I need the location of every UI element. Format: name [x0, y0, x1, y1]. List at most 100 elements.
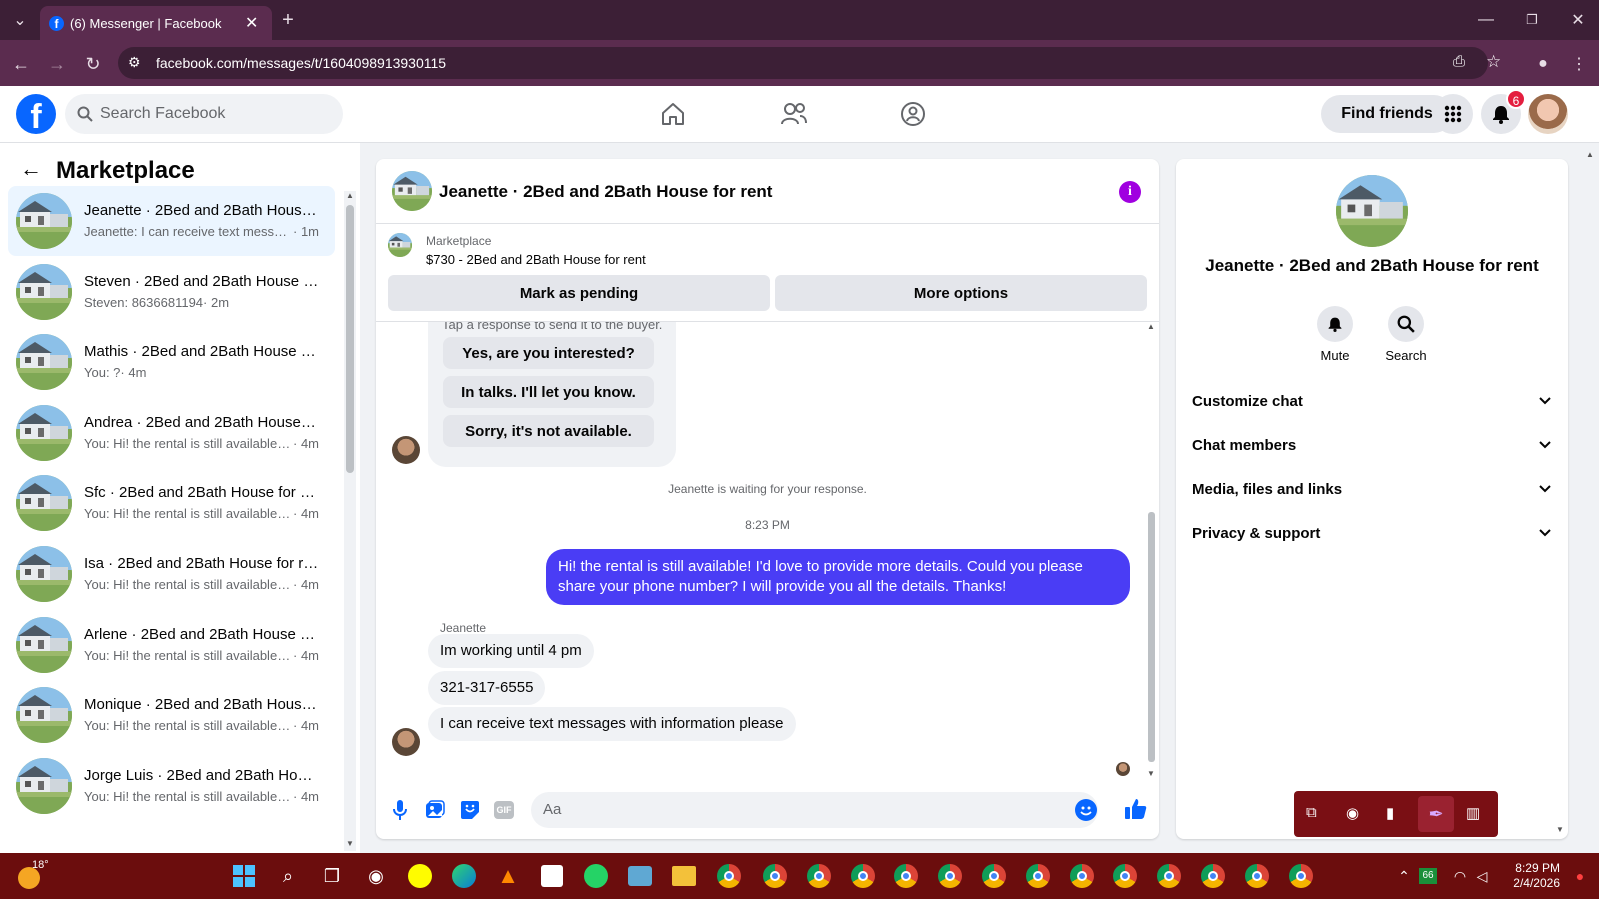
chrome-taskbar-icon[interactable] — [1068, 862, 1096, 890]
thread-scroll-down-icon[interactable]: ▼ — [1147, 769, 1155, 778]
start-icon[interactable] — [230, 862, 258, 890]
close-window-icon[interactable]: ✕ — [1566, 8, 1590, 32]
toolbar-chart-icon[interactable]: ▥ — [1466, 804, 1486, 824]
mark-as-pending-button[interactable]: Mark as pending — [388, 275, 770, 311]
language-indicator[interactable]: 66 — [1419, 868, 1437, 884]
conversation-item[interactable]: Arlene · 2Bed and 2Bath House for rent Yo… — [8, 610, 335, 680]
conversation-item[interactable]: Andrea · 2Bed and 2Bath House for rent Yo… — [8, 398, 335, 468]
chat-header-title[interactable]: Jeanette · 2Bed and 2Bath House for rent — [439, 182, 772, 202]
toolbar-feather-icon[interactable]: ✒ — [1418, 796, 1454, 832]
chrome-taskbar-icon[interactable] — [1287, 862, 1315, 890]
toolbar-steam-icon[interactable]: ◉ — [1346, 804, 1366, 824]
chat-header-avatar[interactable] — [392, 171, 432, 211]
weather-widget[interactable]: 18° — [18, 859, 49, 891]
tab-close-icon[interactable]: ✕ — [245, 13, 258, 33]
back-arrow-icon[interactable]: ← — [20, 156, 42, 182]
conversation-info-icon[interactable]: i — [1119, 181, 1141, 203]
facebook-logo-icon[interactable]: f — [16, 94, 56, 134]
conversation-item[interactable]: Steven · 2Bed and 2Bath House for rent St… — [8, 257, 335, 327]
scroll-up-arrow-icon[interactable]: ▲ — [346, 191, 354, 200]
info-avatar[interactable] — [1336, 175, 1408, 247]
conversation-item[interactable]: Jorge Luis · 2Bed and 2Bath House for re… — [8, 751, 335, 821]
reload-icon[interactable]: ↻ — [80, 51, 106, 77]
message-composer-input[interactable]: Aa — [531, 792, 1098, 828]
chrome-taskbar-icon[interactable] — [805, 862, 833, 890]
scrollbar-thumb[interactable] — [346, 205, 354, 473]
minimize-icon[interactable]: — — [1474, 8, 1498, 32]
steam-icon[interactable]: ◉ — [362, 862, 390, 890]
menu-button[interactable] — [1433, 94, 1473, 134]
site-info-icon[interactable]: ⚙ — [128, 54, 141, 71]
task-view-icon[interactable]: ❐ — [318, 862, 346, 890]
listing-thumbnail[interactable] — [388, 233, 412, 257]
gif-icon[interactable]: GIF — [494, 801, 514, 819]
account-avatar[interactable] — [1528, 94, 1568, 134]
emoji-icon[interactable] — [1075, 799, 1097, 821]
home-icon[interactable] — [660, 101, 686, 127]
chrome-taskbar-icon[interactable] — [1155, 862, 1183, 890]
scroll-down-arrow-icon[interactable]: ▼ — [346, 839, 354, 848]
restore-icon[interactable]: ❐ — [1520, 8, 1544, 32]
sticker-icon[interactable] — [460, 800, 480, 820]
bookmark-star-icon[interactable]: ☆ — [1486, 52, 1501, 72]
info-section-row[interactable]: Customize chat — [1192, 381, 1552, 421]
vlc-icon[interactable]: ▲ — [494, 862, 522, 890]
chrome-taskbar-icon[interactable] — [1243, 862, 1271, 890]
page-scroll-up-icon[interactable]: ▲ — [1586, 150, 1594, 159]
photo-icon[interactable] — [425, 800, 445, 820]
edge-icon[interactable] — [450, 862, 478, 890]
mute-button[interactable]: Mute — [1313, 306, 1357, 363]
facebook-search-input[interactable]: Search Facebook — [65, 94, 343, 134]
chrome-taskbar-icon[interactable] — [1199, 862, 1227, 890]
thread-scroll-up-icon[interactable]: ▲ — [1147, 322, 1155, 331]
buyer-avatar[interactable] — [392, 436, 420, 464]
toolbar-shield-icon[interactable]: ▮ — [1386, 804, 1406, 824]
install-app-icon[interactable]: ⎙ — [1453, 53, 1465, 70]
chrome-taskbar-icon[interactable] — [1024, 862, 1052, 890]
thread-scrollbar-thumb[interactable] — [1148, 512, 1155, 762]
whatsapp-icon[interactable] — [582, 862, 610, 890]
tab-search-icon[interactable]: ⌄ — [8, 8, 32, 32]
conversation-item[interactable]: Sfc · 2Bed and 2Bath House for rent You: … — [8, 468, 335, 538]
chrome-taskbar-icon[interactable] — [980, 862, 1008, 890]
chrome-taskbar-icon[interactable] — [849, 862, 877, 890]
url-bar[interactable]: ⚙ facebook.com/messages/t/16040989139301… — [118, 47, 1501, 79]
quick-reply-button[interactable]: In talks. I'll let you know. — [443, 376, 654, 408]
more-options-button[interactable]: More options — [775, 275, 1147, 311]
info-section-row[interactable]: Chat members — [1192, 425, 1552, 465]
conversation-list-scrollbar[interactable]: ▲ ▼ — [344, 191, 356, 851]
conversation-item[interactable]: Isa · 2Bed and 2Bath House for rent You: … — [8, 539, 335, 609]
received-message-bubble[interactable]: Im working until 4 pm — [428, 634, 594, 668]
notification-center-icon[interactable]: ● — [1566, 862, 1594, 890]
toolbar-copy-icon[interactable]: ⧉ — [1306, 804, 1326, 824]
page-scroll-down-icon[interactable]: ▼ — [1556, 825, 1564, 834]
buyer-avatar-bottom[interactable] — [392, 728, 420, 756]
browser-menu-icon[interactable]: ⋮ — [1566, 51, 1592, 77]
new-tab-icon[interactable]: + — [276, 8, 300, 32]
thumbs-up-icon[interactable] — [1124, 797, 1148, 821]
clock[interactable]: 8:29 PM 2/4/2026 — [1494, 861, 1560, 891]
received-message-bubble[interactable]: I can receive text messages with informa… — [428, 707, 796, 741]
show-hidden-icons-icon[interactable]: ⌃ — [1390, 862, 1418, 890]
conversation-item[interactable]: Mathis · 2Bed and 2Bath House for rent Yo… — [8, 327, 335, 397]
listing-line[interactable]: $730 - 2Bed and 2Bath House for rent — [426, 252, 646, 267]
back-icon[interactable]: ← — [8, 51, 34, 77]
snapchat-icon[interactable] — [406, 862, 434, 890]
chrome-taskbar-icon[interactable] — [761, 862, 789, 890]
search-conversation-button[interactable]: Search — [1376, 306, 1436, 363]
terminal-icon[interactable] — [626, 862, 654, 890]
my-message-bubble[interactable]: Hi! the rental is still available! I'd l… — [546, 549, 1130, 605]
conversation-item[interactable]: Monique · 2Bed and 2Bath House for rent Y… — [8, 680, 335, 750]
file-explorer-icon[interactable] — [670, 862, 698, 890]
info-section-row[interactable]: Privacy & support — [1192, 513, 1552, 553]
quick-reply-button[interactable]: Yes, are you interested? — [443, 337, 654, 369]
taskbar-search-icon[interactable]: ⌕ — [274, 862, 302, 890]
microphone-icon[interactable] — [392, 799, 408, 821]
quick-reply-button[interactable]: Sorry, it's not available. — [443, 415, 654, 447]
volume-icon[interactable]: ◁ — [1468, 862, 1496, 890]
chrome-taskbar-icon[interactable] — [715, 862, 743, 890]
thread-scrollbar[interactable]: ▲ ▼ — [1146, 322, 1157, 782]
friends-icon[interactable] — [780, 101, 808, 127]
store-icon[interactable] — [538, 862, 566, 890]
profile-icon[interactable]: ● — [1530, 51, 1556, 77]
